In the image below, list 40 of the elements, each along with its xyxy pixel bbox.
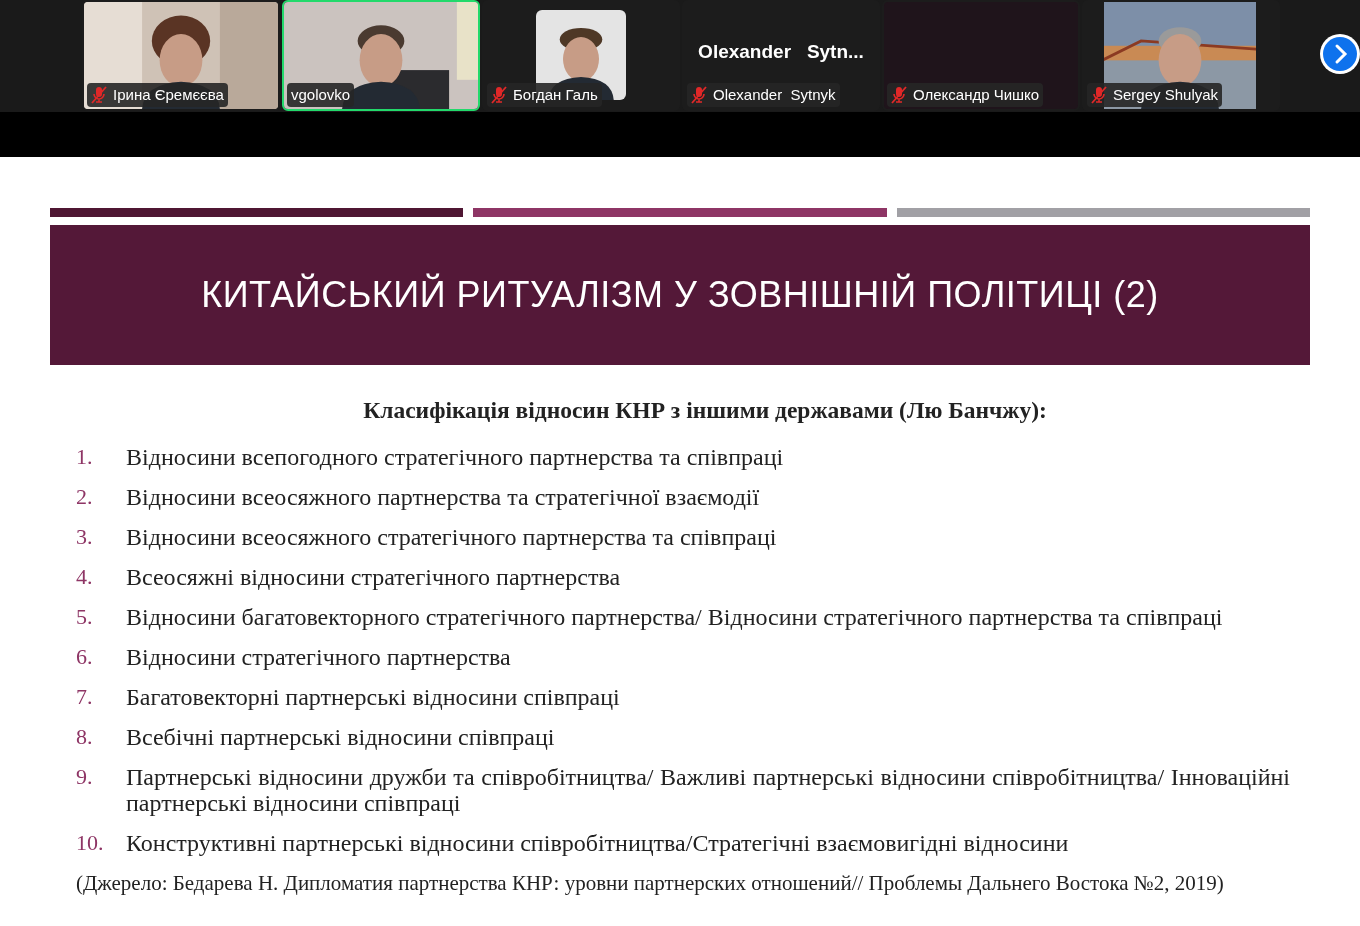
list-number: 2. [76, 484, 94, 511]
next-page-button[interactable] [1320, 34, 1360, 74]
list-number: 7. [76, 684, 94, 711]
list-number: 4. [76, 564, 94, 591]
participant-tile[interactable]: vgolovko [282, 0, 480, 111]
list-item-text: Партнерські відносини дружби та співробітництва/ Важливі партнерські відносини співробітництва/ Інноваційні партнерські відносини співпраці [126, 764, 1290, 817]
list-item-text: Конструктивні партнерські відносини співробітництва/Стратегічні взаємовигідні відносини [126, 830, 1069, 857]
list-item-text: Відносини всеосяжного стратегічного партнерства та співпраці [126, 524, 777, 551]
list-item-text: Всеосяжні відносини стратегічного партнерства [126, 564, 621, 591]
list-item-text: Багатовекторні партнерські відносини співпраці [126, 684, 620, 711]
muted-mic-icon [691, 85, 707, 104]
list-item-text: Відносини багатовекторного стратегічного партнерства/ Відносини стратегічного партнерства та співпраці [126, 604, 1223, 631]
list-number: 5. [76, 604, 94, 631]
participant-tile[interactable]: Олександр Чишко [882, 0, 1080, 111]
participant-name: Ірина Єремєєва [113, 84, 224, 105]
slide-heading: Класифікація відносин КНР з іншими державами (Лю Банчжу): [362, 396, 1048, 425]
participant-tile[interactable]: Ірина Єремєєва [82, 0, 280, 111]
participant-name: Богдан Галь [513, 84, 598, 105]
slide-title: КИТАЙСЬКИЙ РИТУАЛІЗМ У ЗОВНІШНІЙ ПОЛІТИЦІ (2) [201, 272, 1159, 317]
participant-name: Sergey Shulyak [1113, 84, 1219, 105]
list-item-text: Відносини всеосяжного партнерства та стратегічної взаємодії [126, 484, 760, 511]
list-number: 6. [76, 644, 94, 671]
list-number: 1. [76, 444, 94, 471]
list-number: 9. [76, 764, 94, 792]
list-number: 3. [76, 524, 94, 551]
muted-mic-icon [1091, 85, 1107, 104]
participant-display-name: Olexander Sytn... [698, 40, 864, 65]
list-item-text: Відносини стратегічного партнерства [126, 644, 511, 671]
muted-mic-icon [91, 85, 107, 104]
participant-name: vgolovko [291, 84, 351, 105]
participant-name: Olexander Sytnyk [713, 84, 836, 105]
chevron-right-icon [1322, 36, 1358, 72]
list-number: 8. [76, 724, 94, 751]
source-citation: (Джерело: Бедарева Н. Дипломатия партнерства КНР: уровни партнерских отношений// Проблемы Дальнего Востока №2, 2019) [75, 870, 1225, 898]
list-item-text: Всебічні партнерські відносини співпраці [126, 724, 555, 751]
participant-name: Олександр Чишко [913, 84, 1040, 105]
muted-mic-icon [891, 85, 907, 104]
list-item-text: Відносини всепогодного стратегічного партнерства та співпраці [126, 444, 784, 471]
list-number: 10. [76, 830, 105, 857]
muted-mic-icon [491, 85, 507, 104]
